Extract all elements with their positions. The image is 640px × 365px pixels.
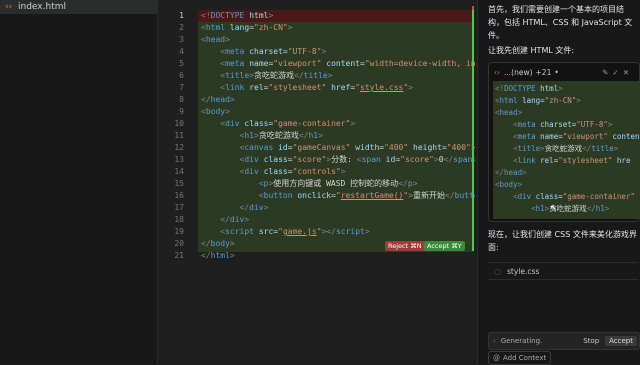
line-number: 4 bbox=[179, 47, 184, 56]
add-context-button[interactable]: @ Add Context bbox=[488, 351, 552, 365]
file-name: index.html bbox=[18, 2, 66, 12]
code-line: <h1>贪吃蛇游戏</h1> bbox=[239, 131, 323, 140]
line-number: 12 bbox=[174, 143, 184, 152]
line-number: 17 bbox=[174, 203, 184, 212]
chevron-right-icon[interactable]: › bbox=[493, 337, 496, 345]
code-line: <head> bbox=[201, 35, 230, 44]
code-line: <div class="game-container"> bbox=[220, 119, 356, 128]
file-explorer: ‹› index.html bbox=[0, 0, 158, 364]
line-number: 2 bbox=[179, 23, 184, 32]
code-line: </div> bbox=[239, 203, 269, 212]
generation-status-text: Generating. bbox=[500, 337, 543, 345]
code-line: <meta charset="UTF-8"> bbox=[220, 47, 327, 56]
line-number: 8 bbox=[179, 95, 184, 104]
code-line: <link rel="stylesheet" href="style.css"> bbox=[220, 83, 414, 92]
code-line: <title>贪吃蛇游戏</title> bbox=[220, 71, 333, 80]
code-brackets-icon: ‹› bbox=[5, 2, 13, 12]
line-number: 19 bbox=[174, 227, 184, 236]
added-marker bbox=[472, 10, 474, 251]
code-editor[interactable]: 1 2 3 4 5 6 7 8 9 10 11 12 13 14 15 16 1… bbox=[158, 0, 475, 364]
line-number: 20 bbox=[174, 239, 184, 248]
line-number: 3 bbox=[179, 35, 184, 44]
line-number: 10 bbox=[174, 119, 184, 128]
line-number: 7 bbox=[179, 83, 184, 92]
code-line: </head> bbox=[201, 95, 235, 104]
code-line: </html> bbox=[201, 251, 235, 260]
diff-count: +21 bbox=[535, 67, 552, 77]
assistant-message: 让我先创建 HTML 文件: bbox=[488, 46, 575, 55]
code-line: <body> bbox=[201, 107, 230, 116]
code-line: <script src="game.js"></script> bbox=[220, 227, 370, 236]
line-number: 13 bbox=[174, 155, 184, 164]
accept-all-button[interactable]: Accept bbox=[605, 336, 637, 346]
line-number: 21 bbox=[174, 251, 184, 260]
pending-file-item[interactable]: ◌ style.css bbox=[488, 262, 638, 280]
check-icon[interactable]: ✓ bbox=[612, 68, 622, 77]
line-number: 14 bbox=[174, 167, 184, 176]
code-block-header: ‹› ...(new) +21 • ✎✓✕ bbox=[489, 63, 639, 81]
accept-button[interactable]: Accept ⌘Y bbox=[424, 241, 465, 251]
code-line: </div> bbox=[220, 215, 250, 224]
line-number: 6 bbox=[179, 71, 184, 80]
line-number: 9 bbox=[179, 107, 184, 116]
line-number: 5 bbox=[179, 59, 184, 68]
line-number: 11 bbox=[174, 131, 184, 140]
line-number: 16 bbox=[174, 191, 184, 200]
unsaved-dot: • bbox=[554, 67, 559, 77]
assistant-message: 首先，我们需要创建一个基本的项目结构，包括 HTML、CSS 和 JavaScr… bbox=[488, 5, 633, 40]
assistant-message: 现在，让我们创建 CSS 文件来美化游戏界面: bbox=[488, 230, 637, 252]
loading-spinner-icon: ◌ bbox=[494, 266, 501, 276]
code-brackets-icon: ‹› bbox=[494, 67, 500, 77]
edit-icon[interactable]: ✎ bbox=[602, 68, 612, 77]
code-line: <div class="score">分数: <span id="score">… bbox=[239, 155, 475, 164]
ai-chat-panel: 首先，我们需要创建一个基本的项目结构，包括 HTML、CSS 和 JavaScr… bbox=[477, 0, 640, 365]
generation-status-bar: › Generating. Stop Accept bbox=[488, 332, 640, 350]
code-block-preview: <!DOCTYPE html> <html lang="zh-CN"> <hea… bbox=[493, 81, 639, 219]
line-number: 1 bbox=[179, 11, 184, 20]
reject-button[interactable]: Reject ⌘N bbox=[385, 241, 425, 251]
code-block-actions[interactable]: ✎✓✕ bbox=[602, 68, 633, 77]
mouse-cursor-icon: ↖ bbox=[550, 204, 558, 214]
pending-file-name: style.css bbox=[506, 266, 540, 276]
add-context-label: Add Context bbox=[503, 354, 547, 362]
code-line: <canvas id="gameCanvas" width="400" heig… bbox=[239, 143, 475, 152]
code-block-filename: ...(new) bbox=[504, 67, 533, 77]
line-number: 18 bbox=[174, 215, 184, 224]
code-line: <div class="controls"> bbox=[239, 167, 346, 176]
file-item-index-html[interactable]: ‹› index.html bbox=[0, 0, 157, 14]
code-line: </body> bbox=[201, 239, 235, 248]
code-line: <p>使用方向键或 WASD 控制蛇的移动</p> bbox=[258, 179, 418, 188]
code-block-card[interactable]: ‹› ...(new) +21 • ✎✓✕ <!DOCTYPE html> <h… bbox=[488, 62, 640, 222]
code-line: <button onclick="restartGame()">重新开始</bu… bbox=[258, 191, 475, 200]
stop-button[interactable]: Stop bbox=[583, 337, 599, 345]
code-line: <!DOCTYPE html> bbox=[201, 11, 274, 20]
code-line: <meta name="viewport" content="width=dev… bbox=[220, 59, 475, 68]
line-number: 15 bbox=[174, 179, 184, 188]
at-sign-icon: @ bbox=[493, 354, 500, 362]
code-line: <html lang="zh-CN"> bbox=[201, 23, 293, 32]
close-icon[interactable]: ✕ bbox=[623, 68, 633, 77]
